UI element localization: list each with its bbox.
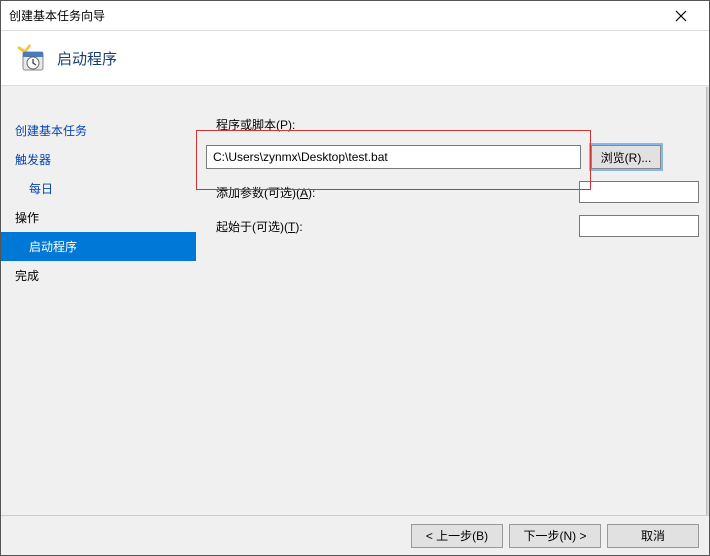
program-script-input[interactable]	[206, 145, 581, 169]
program-label-row: 程序或脚本(P):	[206, 116, 699, 133]
sidebar-item-start-program[interactable]: 启动程序	[1, 232, 196, 261]
sidebar-item-daily[interactable]: 每日	[1, 174, 196, 203]
program-script-label: 程序或脚本(P):	[206, 116, 346, 133]
title-bar: 创建基本任务向导	[1, 1, 709, 31]
window-title: 创建基本任务向导	[9, 7, 661, 24]
wizard-header: 启动程序	[1, 31, 709, 86]
start-in-input[interactable]	[579, 215, 699, 237]
startin-row: 起始于(可选)(T):	[206, 215, 699, 237]
add-arguments-input[interactable]	[579, 181, 699, 203]
program-input-row: 浏览(R)...	[206, 145, 699, 169]
close-icon	[675, 10, 687, 22]
background-edge	[706, 87, 709, 517]
sidebar-item-action: 操作	[1, 203, 196, 232]
back-button[interactable]: < 上一步(B)	[411, 524, 503, 548]
start-in-label: 起始于(可选)(T):	[206, 218, 346, 235]
task-icon	[17, 44, 45, 72]
add-arguments-label: 添加参数(可选)(A):	[206, 184, 346, 201]
main-panel: 程序或脚本(P): 浏览(R)... 添加参数(可选)(A): 起始于(可选)(…	[196, 86, 709, 516]
page-title: 启动程序	[57, 48, 117, 69]
sidebar-item-finish: 完成	[1, 261, 196, 290]
wizard-sidebar: 创建基本任务 触发器 每日 操作 启动程序 完成	[1, 86, 196, 516]
next-button[interactable]: 下一步(N) >	[509, 524, 601, 548]
sidebar-item-create-task[interactable]: 创建基本任务	[1, 116, 196, 145]
close-button[interactable]	[661, 2, 701, 30]
wizard-footer: < 上一步(B) 下一步(N) > 取消	[1, 515, 709, 555]
content-area: 创建基本任务 触发器 每日 操作 启动程序 完成 程序或脚本(P): 浏览(R)…	[1, 86, 709, 516]
browse-button[interactable]: 浏览(R)...	[591, 145, 661, 169]
sidebar-item-trigger[interactable]: 触发器	[1, 145, 196, 174]
args-row: 添加参数(可选)(A):	[206, 181, 699, 203]
cancel-button[interactable]: 取消	[607, 524, 699, 548]
